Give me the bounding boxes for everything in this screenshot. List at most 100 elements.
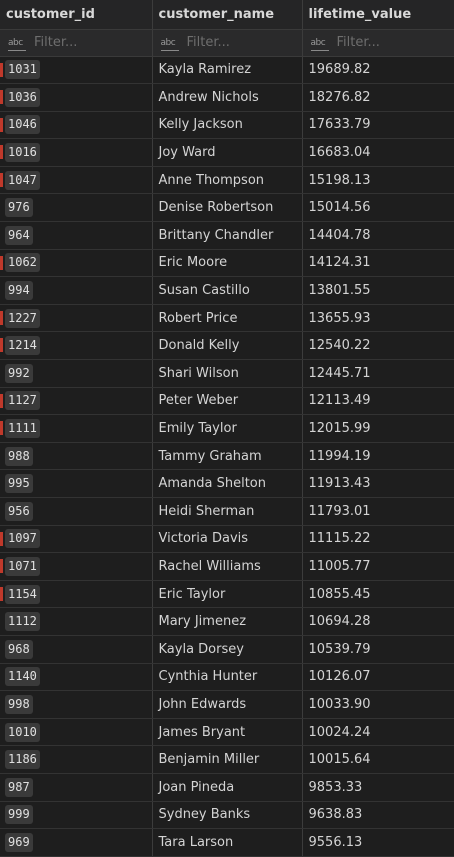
customer-id-cell[interactable]: 1036 [0, 83, 153, 112]
lifetime-value-cell[interactable]: 10694.28 [302, 607, 454, 636]
table-row[interactable]: 1062 Eric Moore 14124.31 [0, 249, 454, 278]
customer-id-cell[interactable]: 1010 [0, 718, 153, 747]
customer-name-cell[interactable]: Sydney Banks [152, 801, 303, 830]
table-row[interactable]: 994 Susan Castillo 13801.55 [0, 276, 454, 305]
customer-id-cell[interactable]: 1062 [0, 249, 153, 278]
table-row[interactable]: 1112 Mary Jimenez 10694.28 [0, 607, 454, 636]
lifetime-value-cell[interactable]: 19689.82 [302, 56, 454, 85]
table-row[interactable]: 964 Brittany Chandler 14404.78 [0, 221, 454, 250]
table-row[interactable]: 969 Tara Larson 9556.13 [0, 828, 454, 857]
customer-name-cell[interactable]: Benjamin Miller [152, 745, 303, 774]
customer-id-cell[interactable]: 999 [0, 801, 153, 830]
lifetime-value-cell[interactable]: 13655.93 [302, 304, 454, 333]
lifetime-value-cell[interactable]: 10015.64 [302, 745, 454, 774]
lifetime-value-cell[interactable]: 14124.31 [302, 249, 454, 278]
lifetime-value-cell[interactable]: 11115.22 [302, 525, 454, 554]
customer-id-cell[interactable]: 1046 [0, 111, 153, 140]
lifetime-value-cell[interactable]: 15198.13 [302, 166, 454, 195]
customer-id-cell[interactable]: 956 [0, 497, 153, 526]
customer-id-cell[interactable]: 1186 [0, 745, 153, 774]
customer-name-cell[interactable]: Emily Taylor [152, 414, 303, 443]
table-row[interactable]: 1097 Victoria Davis 11115.22 [0, 525, 454, 554]
customer-id-cell[interactable]: 964 [0, 221, 153, 250]
customer-name-cell[interactable]: Amanda Shelton [152, 469, 303, 498]
customer-name-cell[interactable]: Joy Ward [152, 138, 303, 167]
customer-name-cell[interactable]: Cynthia Hunter [152, 663, 303, 692]
table-row[interactable]: 999 Sydney Banks 9638.83 [0, 801, 454, 830]
table-row[interactable]: 1010 James Bryant 10024.24 [0, 718, 454, 747]
customer-id-cell[interactable]: 1111 [0, 414, 153, 443]
customer-name-cell[interactable]: James Bryant [152, 718, 303, 747]
lifetime-value-cell[interactable]: 15014.56 [302, 193, 454, 223]
customer-name-cell[interactable]: Shari Wilson [152, 359, 303, 388]
customer-name-cell[interactable]: Eric Taylor [152, 580, 303, 609]
table-row[interactable]: 1031 Kayla Ramirez 19689.82 [0, 56, 454, 85]
customer-id-cell[interactable]: 976 [0, 193, 153, 223]
customer-name-filter-input[interactable] [186, 35, 287, 50]
table-row[interactable]: 1046 Kelly Jackson 17633.79 [0, 111, 454, 140]
lifetime-value-cell[interactable]: 11005.77 [302, 552, 454, 581]
table-row[interactable]: 988 Tammy Graham 11994.19 [0, 442, 454, 471]
lifetime-value-cell[interactable]: 11793.01 [302, 497, 454, 526]
table-row[interactable]: 1140 Cynthia Hunter 10126.07 [0, 663, 454, 692]
customer-name-cell[interactable]: Susan Castillo [152, 276, 303, 305]
customer-name-cell[interactable]: Tammy Graham [152, 442, 303, 471]
customer-id-cell[interactable]: 992 [0, 359, 153, 388]
lifetime-value-cell[interactable]: 10033.90 [302, 690, 454, 719]
table-row[interactable]: 1186 Benjamin Miller 10015.64 [0, 745, 454, 774]
customer-id-cell[interactable]: 1031 [0, 56, 153, 85]
customer-name-cell[interactable]: Brittany Chandler [152, 221, 303, 250]
customer-name-cell[interactable]: Joan Pineda [152, 773, 303, 802]
customer-name-cell[interactable]: Kayla Dorsey [152, 635, 303, 664]
customer-id-cell[interactable]: 1227 [0, 304, 153, 333]
table-row[interactable]: 976 Denise Robertson 15014.56 [0, 193, 454, 223]
customer-name-cell[interactable]: Victoria Davis [152, 525, 303, 554]
lifetime-value-cell[interactable]: 10024.24 [302, 718, 454, 747]
table-row[interactable]: 998 John Edwards 10033.90 [0, 690, 454, 719]
customer-name-cell[interactable]: Anne Thompson [152, 166, 303, 195]
table-row[interactable]: 1047 Anne Thompson 15198.13 [0, 166, 454, 195]
customer-id-cell[interactable]: 987 [0, 773, 153, 802]
customer-name-cell[interactable]: John Edwards [152, 690, 303, 719]
lifetime-value-cell[interactable]: 9638.83 [302, 801, 454, 830]
table-row[interactable]: 968 Kayla Dorsey 10539.79 [0, 635, 454, 664]
column-header-customer-name[interactable]: customer_name [152, 0, 303, 30]
table-row[interactable]: 956 Heidi Sherman 11793.01 [0, 497, 454, 526]
customer-name-cell[interactable]: Kelly Jackson [152, 111, 303, 140]
customer-name-cell[interactable]: Denise Robertson [152, 193, 303, 223]
customer-id-cell[interactable]: 995 [0, 469, 153, 498]
customer-id-cell[interactable]: 988 [0, 442, 153, 471]
customer-id-cell[interactable]: 1071 [0, 552, 153, 581]
lifetime-value-cell[interactable]: 14404.78 [302, 221, 454, 250]
lifetime-value-filter-input[interactable] [336, 35, 437, 50]
customer-id-cell[interactable]: 1140 [0, 663, 153, 692]
table-row[interactable]: 1036 Andrew Nichols 18276.82 [0, 83, 454, 112]
lifetime-value-cell[interactable]: 12113.49 [302, 387, 454, 416]
customer-id-cell[interactable]: 1047 [0, 166, 153, 195]
customer-id-cell[interactable]: 1154 [0, 580, 153, 609]
lifetime-value-cell[interactable]: 12540.22 [302, 331, 454, 361]
lifetime-value-cell[interactable]: 12445.71 [302, 359, 454, 388]
table-row[interactable]: 1016 Joy Ward 16683.04 [0, 138, 454, 167]
customer-name-cell[interactable]: Heidi Sherman [152, 497, 303, 526]
table-row[interactable]: 1214 Donald Kelly 12540.22 [0, 331, 454, 361]
table-row[interactable]: 992 Shari Wilson 12445.71 [0, 359, 454, 388]
lifetime-value-cell[interactable]: 9556.13 [302, 828, 454, 857]
table-row[interactable]: 1071 Rachel Williams 11005.77 [0, 552, 454, 581]
customer-id-cell[interactable]: 1112 [0, 607, 153, 636]
customer-name-cell[interactable]: Robert Price [152, 304, 303, 333]
customer-id-cell[interactable]: 998 [0, 690, 153, 719]
customer-name-cell[interactable]: Kayla Ramirez [152, 56, 303, 85]
table-row[interactable]: 987 Joan Pineda 9853.33 [0, 773, 454, 802]
table-row[interactable]: 1227 Robert Price 13655.93 [0, 304, 454, 333]
lifetime-value-cell[interactable]: 10539.79 [302, 635, 454, 664]
customer-id-cell[interactable]: 1214 [0, 331, 153, 361]
lifetime-value-cell[interactable]: 10126.07 [302, 663, 454, 692]
customer-name-cell[interactable]: Eric Moore [152, 249, 303, 278]
lifetime-value-cell[interactable]: 11913.43 [302, 469, 454, 498]
column-header-customer-id[interactable]: customer_id [0, 0, 153, 30]
lifetime-value-cell[interactable]: 12015.99 [302, 414, 454, 443]
customer-id-filter-input[interactable] [34, 35, 134, 50]
column-header-lifetime-value[interactable]: lifetime_value [302, 0, 454, 30]
lifetime-value-cell[interactable]: 9853.33 [302, 773, 454, 802]
